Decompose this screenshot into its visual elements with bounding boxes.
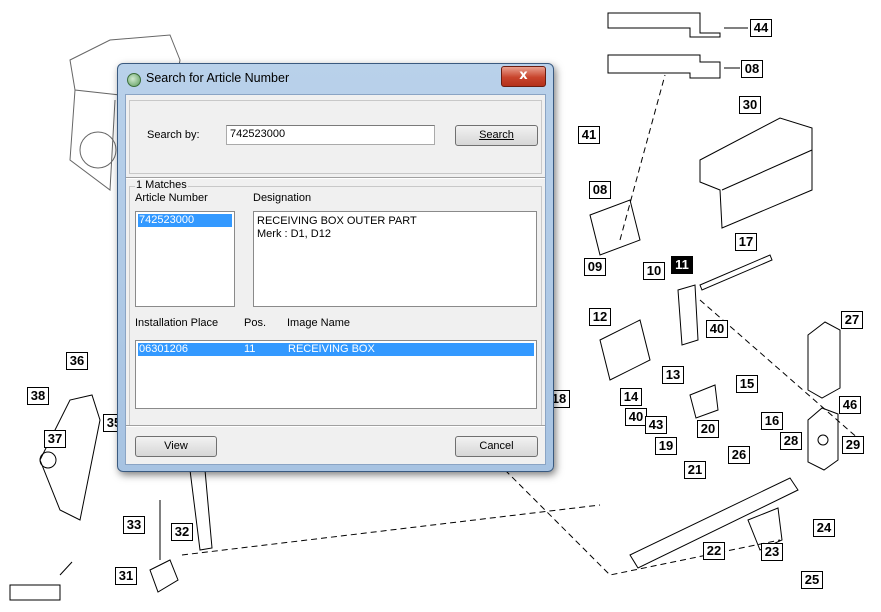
search-dialog: Search for Article Number x Search by: 7… bbox=[117, 63, 554, 472]
callout-43[interactable]: 43 bbox=[645, 416, 667, 434]
callout-30[interactable]: 30 bbox=[739, 96, 761, 114]
view-button[interactable]: View bbox=[135, 436, 217, 457]
cancel-button[interactable]: Cancel bbox=[455, 436, 538, 457]
callout-17[interactable]: 17 bbox=[735, 233, 757, 251]
callout-27[interactable]: 27 bbox=[841, 311, 863, 329]
installation-place-header: Installation Place bbox=[135, 317, 219, 329]
callout-33[interactable]: 33 bbox=[123, 516, 145, 534]
callout-13[interactable]: 13 bbox=[662, 366, 684, 384]
installation-image: RECEIVING BOX bbox=[288, 343, 375, 355]
callout-15[interactable]: 15 bbox=[736, 375, 758, 393]
callout-14[interactable]: 14 bbox=[620, 388, 642, 406]
article-number-list[interactable]: 742523000 bbox=[135, 211, 235, 307]
designation-box[interactable]: RECEIVING BOX OUTER PART Merk : D1, D12 bbox=[253, 211, 537, 307]
designation-line: Merk : D1, D12 bbox=[257, 228, 331, 240]
separator bbox=[126, 425, 545, 427]
callout-20[interactable]: 20 bbox=[697, 420, 719, 438]
callout-29[interactable]: 29 bbox=[842, 436, 864, 454]
callout-21[interactable]: 21 bbox=[684, 461, 706, 479]
table-row[interactable]: 06301206 11 RECEIVING BOX bbox=[138, 343, 534, 356]
article-number-header: Article Number bbox=[135, 192, 208, 204]
callout-22[interactable]: 22 bbox=[703, 542, 725, 560]
designation-line: RECEIVING BOX OUTER PART bbox=[257, 215, 417, 227]
installation-place: 06301206 bbox=[139, 343, 188, 355]
callout-46[interactable]: 46 bbox=[839, 396, 861, 414]
dialog-titlebar[interactable]: Search for Article Number x bbox=[118, 64, 553, 94]
view-button-label: View bbox=[164, 440, 188, 452]
callout-40[interactable]: 40 bbox=[625, 408, 647, 426]
callout-08[interactable]: 08 bbox=[741, 60, 763, 78]
callout-09[interactable]: 09 bbox=[584, 258, 606, 276]
search-button[interactable]: Search bbox=[455, 125, 538, 146]
callout-19[interactable]: 19 bbox=[655, 437, 677, 455]
image-name-header: Image Name bbox=[287, 317, 350, 329]
callout-10[interactable]: 10 bbox=[643, 262, 665, 280]
callout-28[interactable]: 28 bbox=[780, 432, 802, 450]
callout-08[interactable]: 08 bbox=[589, 181, 611, 199]
callout-44[interactable]: 44 bbox=[750, 19, 772, 37]
separator bbox=[126, 177, 545, 179]
pos-header: Pos. bbox=[244, 317, 267, 329]
callout-40[interactable]: 40 bbox=[706, 320, 728, 338]
installation-list[interactable]: 06301206 11 RECEIVING BOX bbox=[135, 340, 537, 409]
list-item[interactable]: 742523000 bbox=[138, 214, 232, 227]
callout-26[interactable]: 26 bbox=[728, 446, 750, 464]
dialog-title: Search for Article Number bbox=[146, 71, 290, 85]
app-icon bbox=[127, 73, 141, 87]
cancel-button-label: Cancel bbox=[479, 440, 514, 452]
callout-36[interactable]: 36 bbox=[66, 352, 88, 370]
close-button[interactable]: x bbox=[501, 66, 546, 87]
dialog-body: Search by: 742523000 Search 1 Matches Ar… bbox=[125, 94, 546, 465]
callout-37[interactable]: 37 bbox=[44, 430, 66, 448]
installation-pos: 11 bbox=[244, 343, 256, 355]
designation-header: Designation bbox=[253, 192, 312, 204]
callout-11[interactable]: 11 bbox=[671, 256, 693, 274]
callout-23[interactable]: 23 bbox=[761, 543, 783, 561]
callout-25[interactable]: 25 bbox=[801, 571, 823, 589]
matches-label: 1 Matches bbox=[135, 179, 188, 191]
callout-41[interactable]: 41 bbox=[578, 126, 600, 144]
callout-24[interactable]: 24 bbox=[813, 519, 835, 537]
callout-16[interactable]: 16 bbox=[761, 412, 783, 430]
callout-32[interactable]: 32 bbox=[171, 523, 193, 541]
callout-12[interactable]: 12 bbox=[589, 308, 611, 326]
search-button-label: Search bbox=[479, 129, 514, 141]
callout-31[interactable]: 31 bbox=[115, 567, 137, 585]
search-by-label: Search by: bbox=[147, 129, 200, 141]
callout-38[interactable]: 38 bbox=[27, 387, 49, 405]
search-input[interactable]: 742523000 bbox=[226, 125, 435, 145]
